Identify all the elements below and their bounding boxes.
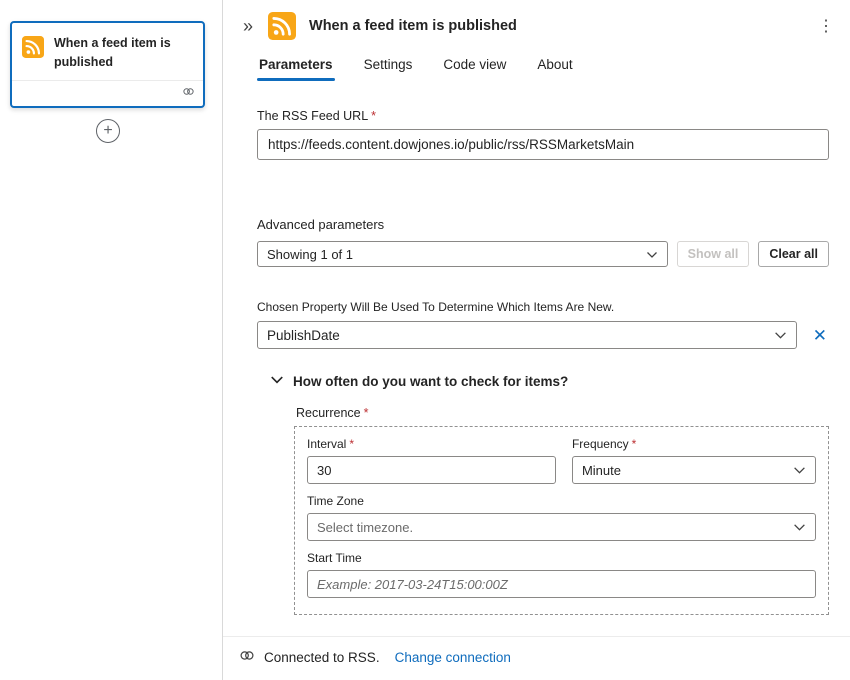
- frequency-field: Frequency* Minute: [572, 431, 816, 484]
- chevron-down-icon: [774, 328, 787, 343]
- recurrence-label: Recurrence*: [296, 406, 829, 420]
- flow-node-title: When a feed item is published: [54, 34, 193, 72]
- timezone-label: Time Zone: [307, 494, 816, 508]
- advanced-filter-dropdown[interactable]: Showing 1 of 1: [257, 241, 668, 267]
- recurrence-section-title: How often do you want to check for items…: [293, 374, 568, 389]
- connected-status-text: Connected to RSS.: [264, 650, 380, 665]
- start-time-label: Start Time: [307, 551, 816, 565]
- dismiss-icon: ✕: [813, 326, 827, 345]
- flow-canvas: When a feed item is published +: [0, 0, 222, 680]
- link-icon: [239, 649, 255, 665]
- panel-rss-icon: [268, 12, 296, 40]
- change-connection-link[interactable]: Change connection: [395, 650, 511, 665]
- chosen-property-dropdown[interactable]: PublishDate: [257, 321, 797, 349]
- clear-all-button[interactable]: Clear all: [758, 241, 829, 267]
- flow-designer: When a feed item is published +: [0, 0, 850, 680]
- interval-label: Interval*: [307, 437, 556, 451]
- frequency-value: Minute: [582, 463, 621, 478]
- required-asterisk: *: [371, 109, 376, 123]
- flow-node-main: When a feed item is published: [12, 23, 203, 80]
- recurrence-expander[interactable]: How often do you want to check for items…: [257, 372, 829, 390]
- required-asterisk: *: [349, 437, 354, 451]
- rss-feed-url-input[interactable]: [257, 129, 829, 160]
- timezone-placeholder: Select timezone.: [317, 520, 413, 535]
- panel-footer: Connected to RSS. Change connection: [223, 636, 850, 680]
- chevron-down-icon: [793, 520, 806, 535]
- chosen-property-row: PublishDate ✕: [257, 321, 829, 349]
- start-time-input[interactable]: [307, 570, 816, 598]
- trigger-config-panel: » When a feed item is published ⋮ Parame…: [222, 0, 850, 680]
- required-asterisk: *: [364, 406, 369, 420]
- kebab-icon: ⋮: [818, 18, 834, 35]
- flow-node-card[interactable]: When a feed item is published: [10, 21, 205, 108]
- tab-list: Parameters Settings Code view About: [223, 57, 850, 81]
- tab-code-view[interactable]: Code view: [441, 57, 508, 81]
- show-all-button[interactable]: Show all: [677, 241, 750, 267]
- more-options-button[interactable]: ⋮: [810, 12, 842, 40]
- rss-feed-url-label: The RSS Feed URL*: [257, 109, 829, 123]
- chosen-property-label: Chosen Property Will Be Used To Determin…: [257, 300, 829, 314]
- timezone-dropdown[interactable]: Select timezone.: [307, 513, 816, 541]
- connection-status-icon: [182, 84, 195, 102]
- advanced-filter-value: Showing 1 of 1: [267, 247, 353, 262]
- tab-about[interactable]: About: [535, 57, 574, 81]
- add-action-button[interactable]: +: [96, 119, 120, 143]
- panel-title: When a feed item is published: [309, 18, 517, 34]
- expander-chevron-icon: [270, 372, 284, 390]
- frequency-dropdown[interactable]: Minute: [572, 456, 816, 484]
- tab-settings[interactable]: Settings: [362, 57, 415, 81]
- interval-input[interactable]: [307, 456, 556, 484]
- panel-content: The RSS Feed URL* Advanced parameters Sh…: [223, 81, 850, 636]
- panel-header: » When a feed item is published ⋮: [223, 0, 850, 40]
- tab-parameters[interactable]: Parameters: [257, 57, 335, 81]
- flow-node-footer: [12, 80, 203, 106]
- required-asterisk: *: [632, 437, 637, 451]
- advanced-parameters-row: Showing 1 of 1 Show all Clear all: [257, 241, 829, 267]
- chosen-property-value: PublishDate: [267, 328, 340, 343]
- plus-icon: +: [103, 123, 112, 139]
- recurrence-box: Interval* Frequency* Minute: [294, 426, 829, 615]
- rss-icon: [22, 36, 44, 58]
- chevron-down-icon: [793, 463, 806, 478]
- dismiss-parameter-button[interactable]: ✕: [811, 327, 829, 344]
- chevron-double-right-icon: »: [243, 16, 253, 36]
- advanced-parameters-label: Advanced parameters: [257, 217, 829, 232]
- frequency-label: Frequency*: [572, 437, 816, 451]
- collapse-panel-button[interactable]: »: [239, 17, 257, 35]
- interval-field: Interval*: [307, 431, 556, 484]
- chevron-down-icon: [646, 247, 658, 262]
